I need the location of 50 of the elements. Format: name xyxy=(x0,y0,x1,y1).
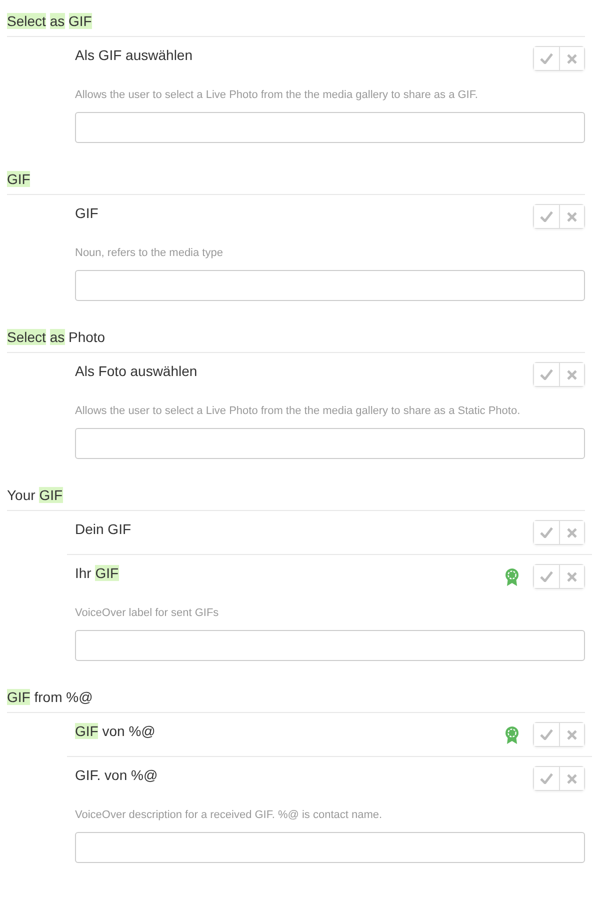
accept-button[interactable] xyxy=(534,47,559,70)
close-icon xyxy=(567,730,577,740)
check-icon xyxy=(540,773,553,784)
section-title: GIF xyxy=(7,170,30,189)
suggestion-text: Ihr GIF xyxy=(75,564,119,582)
check-icon xyxy=(540,211,553,222)
description-text: VoiceOver description for a received GIF. %@ is contact name. xyxy=(75,808,384,822)
suggestion-text: GIF von %@ xyxy=(75,722,156,740)
check-icon xyxy=(540,571,553,582)
accept-button[interactable] xyxy=(534,521,559,544)
description-text: Allows the user to select a Live Photo from the the media gallery to share as a GIF. xyxy=(75,88,479,102)
translation-input[interactable] xyxy=(75,832,585,863)
section-title: GIF from %@ xyxy=(7,688,93,707)
accept-button[interactable] xyxy=(534,363,559,386)
suggestion-text: Als Foto auswählen xyxy=(75,362,198,380)
close-icon xyxy=(567,528,577,538)
section-title: Select as Photo xyxy=(7,328,106,347)
reject-button[interactable] xyxy=(559,363,584,386)
check-icon xyxy=(540,369,553,380)
section-title: Select as GIF xyxy=(7,12,92,31)
close-icon xyxy=(567,572,577,582)
reject-button[interactable] xyxy=(559,205,584,228)
description-text: Noun, refers to the media type xyxy=(75,246,224,260)
check-icon xyxy=(540,53,553,64)
translation-input[interactable] xyxy=(75,270,585,301)
close-icon xyxy=(567,370,577,380)
close-icon xyxy=(567,54,577,64)
translation-input[interactable] xyxy=(75,428,585,459)
translation-input[interactable] xyxy=(75,112,585,143)
accept-button[interactable] xyxy=(534,723,559,746)
check-icon xyxy=(540,527,553,538)
accept-button[interactable] xyxy=(534,565,559,588)
suggestion-text: Dein GIF xyxy=(75,520,132,538)
accept-button[interactable] xyxy=(534,767,559,790)
description-text: Allows the user to select a Live Photo from the the media gallery to share as a Static Photo. xyxy=(75,404,522,418)
suggestion-text: Als GIF auswählen xyxy=(75,46,192,64)
accept-button[interactable] xyxy=(534,205,559,228)
reject-button[interactable] xyxy=(559,47,584,70)
suggestion-text: GIF xyxy=(75,204,98,222)
description-text: VoiceOver label for sent GIFs xyxy=(75,606,220,620)
reject-button[interactable] xyxy=(559,723,584,746)
translation-input[interactable] xyxy=(75,630,585,661)
reject-button[interactable] xyxy=(559,521,584,544)
reject-button[interactable] xyxy=(559,565,584,588)
close-icon xyxy=(567,774,577,784)
suggestion-text: GIF. von %@ xyxy=(75,766,158,784)
close-icon xyxy=(567,212,577,222)
check-icon xyxy=(540,729,553,740)
reject-button[interactable] xyxy=(559,767,584,790)
section-title: Your GIF xyxy=(7,486,63,505)
